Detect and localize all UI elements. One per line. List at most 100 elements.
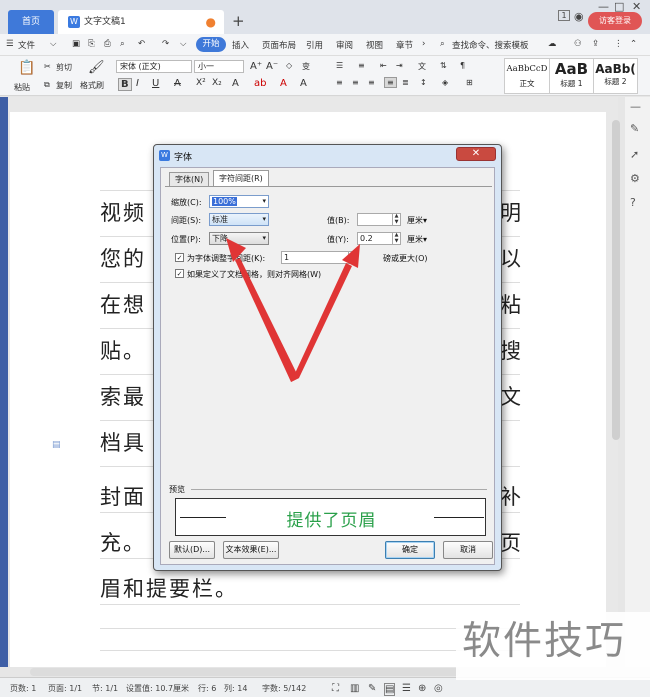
doc-line-8[interactable]: 充。	[100, 527, 146, 557]
decrease-indent-icon[interactable]: ⇤	[380, 61, 387, 70]
hamburger-icon[interactable]: ☰	[6, 39, 14, 49]
value-b-spinner[interactable]: ▲ ▼	[357, 213, 401, 226]
style-heading2[interactable]: AaBb( 标题 2	[594, 58, 638, 94]
sidebar-collapse-icon[interactable]: —	[630, 100, 641, 113]
dialog-close-button[interactable]: ✕	[456, 147, 496, 161]
unit-y-select[interactable]: 厘米▾	[407, 234, 427, 245]
doc-line-6[interactable]: 档具	[100, 427, 146, 457]
scale-select[interactable]: 100% ▾	[209, 195, 269, 208]
font-color-icon[interactable]: A	[280, 78, 287, 89]
doc-line-2[interactable]: 您的	[100, 243, 146, 273]
status-page[interactable]: 页面: 1/1	[48, 683, 82, 694]
share-icon[interactable]: ⇪	[592, 39, 599, 49]
file-dropdown-icon[interactable]: ⌵	[50, 39, 56, 49]
doc-line-3-end[interactable]: 粘	[500, 289, 523, 319]
distribute-icon[interactable]: ≣	[402, 78, 409, 87]
chinese-layout-icon[interactable]: 文	[418, 61, 426, 72]
web-view-icon[interactable]: ⊕	[418, 683, 426, 694]
menu-chapter[interactable]: 章节	[396, 39, 413, 51]
close-window-icon[interactable]: ✕	[632, 0, 641, 13]
save-icon[interactable]: ▣	[72, 39, 80, 49]
superscript-icon[interactable]: X²	[196, 78, 206, 88]
doc-line-4-end[interactable]: 搜	[500, 335, 523, 365]
kerning-checkbox[interactable]: ✓	[175, 253, 184, 262]
italic-icon[interactable]: I	[136, 78, 139, 89]
collaborate-icon[interactable]: ⚇	[574, 39, 582, 49]
doc-line-3[interactable]: 在想	[100, 289, 146, 319]
doc-line-8-end[interactable]: 页	[500, 527, 523, 557]
cancel-button[interactable]: 取消	[443, 541, 493, 559]
menu-home-active[interactable]: 开始	[196, 37, 226, 52]
paragraph-marker-icon[interactable]: ▤	[52, 440, 61, 450]
doc-line-7-end[interactable]: 补	[500, 481, 523, 511]
unit-b-select[interactable]: 厘米▾	[407, 215, 427, 226]
pointer-icon[interactable]: ➚	[630, 148, 639, 161]
new-tab-plus-icon[interactable]: +	[232, 12, 245, 30]
settings-sliders-icon[interactable]: ⚙	[630, 172, 640, 185]
subscript-icon[interactable]: X₂	[212, 78, 222, 88]
outline-view-icon[interactable]: ☰	[402, 683, 411, 694]
menu-insert[interactable]: 插入	[232, 39, 249, 51]
tab-document[interactable]: W 文字文稿1 ●	[58, 10, 224, 34]
bold-icon[interactable]: B	[118, 78, 132, 91]
avatar-icon[interactable]: ◉	[574, 10, 584, 23]
more-options-icon[interactable]: ⋮	[614, 39, 623, 49]
spin-arrows-icon[interactable]: ▲ ▼	[348, 251, 356, 263]
align-left-icon[interactable]: ≡	[336, 78, 343, 87]
page-view-icon[interactable]: ▤	[384, 683, 396, 696]
quick-access-dropdown-icon[interactable]: ⌵	[180, 39, 186, 49]
horizontal-scrollbar[interactable]	[30, 668, 460, 676]
spin-arrows-icon[interactable]: ▲ ▼	[392, 213, 400, 225]
print-preview-icon[interactable]: ⌕	[120, 39, 125, 49]
doc-line-9[interactable]: 眉和提要栏。	[100, 573, 238, 603]
menu-view[interactable]: 视图	[366, 39, 383, 51]
phonetic-icon[interactable]: 变	[302, 61, 310, 72]
window-count-badge[interactable]: 1	[558, 10, 570, 21]
sort-icon[interactable]: ⇅	[440, 61, 447, 70]
edit-mode-icon[interactable]: ✎	[368, 683, 376, 694]
numbered-list-icon[interactable]: ≡	[358, 61, 365, 70]
pen-icon[interactable]: ✎	[630, 122, 639, 135]
spacing-select[interactable]: 标准 ▾	[209, 213, 269, 226]
kerning-spinner[interactable]: 1 ▲ ▼	[281, 251, 357, 264]
export-pdf-icon[interactable]: ⎘	[88, 39, 95, 49]
minimize-icon[interactable]: —	[598, 0, 609, 13]
tab-home[interactable]: 首页	[8, 10, 54, 34]
menu-file[interactable]: 文件	[18, 39, 35, 51]
eye-protection-icon[interactable]: ◎	[434, 683, 443, 694]
text-effect-icon[interactable]: A	[232, 78, 239, 89]
collapse-ribbon-icon[interactable]: ⌃	[630, 39, 637, 49]
help-icon[interactable]: ?	[630, 196, 636, 209]
value-y-spinner[interactable]: 0.2 ▲ ▼	[357, 232, 401, 245]
font-name-select[interactable]: 宋体 (正文)	[116, 60, 192, 73]
paste-icon[interactable]: 📋	[18, 60, 35, 76]
char-border-icon[interactable]: A	[300, 78, 307, 89]
strikethrough-icon[interactable]: A	[174, 78, 181, 89]
borders-icon[interactable]: ⊞	[466, 78, 473, 87]
style-heading1[interactable]: AaB 标题 1	[550, 58, 594, 94]
maximize-icon[interactable]: □	[614, 0, 624, 13]
doc-line-1[interactable]: 视频	[100, 197, 146, 227]
cut-button[interactable]: 剪切	[56, 62, 72, 73]
menu-review[interactable]: 审阅	[336, 39, 353, 51]
style-normal[interactable]: AaBbCcD 正文	[504, 58, 550, 94]
search-command-input[interactable]: 查找命令、搜索模板	[452, 39, 529, 51]
copy-icon[interactable]: ⧉	[44, 80, 50, 90]
cloud-icon[interactable]: ☁	[548, 39, 557, 49]
print-icon[interactable]: ⎙	[104, 39, 111, 49]
font-size-select[interactable]: 小一	[194, 60, 244, 73]
redo-icon[interactable]: ↷	[162, 39, 169, 49]
format-painter-button[interactable]: 格式刷	[80, 80, 104, 91]
scissors-icon[interactable]: ✂	[44, 62, 51, 71]
format-painter-icon[interactable]: 🖌	[88, 60, 105, 75]
undo-icon[interactable]: ↶	[138, 39, 145, 49]
doc-line-7[interactable]: 封面	[100, 481, 146, 511]
copy-button[interactable]: 复制	[56, 80, 72, 91]
doc-line-2-end[interactable]: 以	[500, 243, 523, 273]
menu-reference[interactable]: 引用	[306, 39, 323, 51]
underline-icon[interactable]: U	[152, 78, 159, 89]
shading-icon[interactable]: ◈	[442, 78, 448, 87]
line-spacing-icon[interactable]: ↕	[420, 78, 427, 87]
doc-line-5[interactable]: 索最	[100, 381, 146, 411]
align-center-icon[interactable]: ≡	[352, 78, 359, 87]
